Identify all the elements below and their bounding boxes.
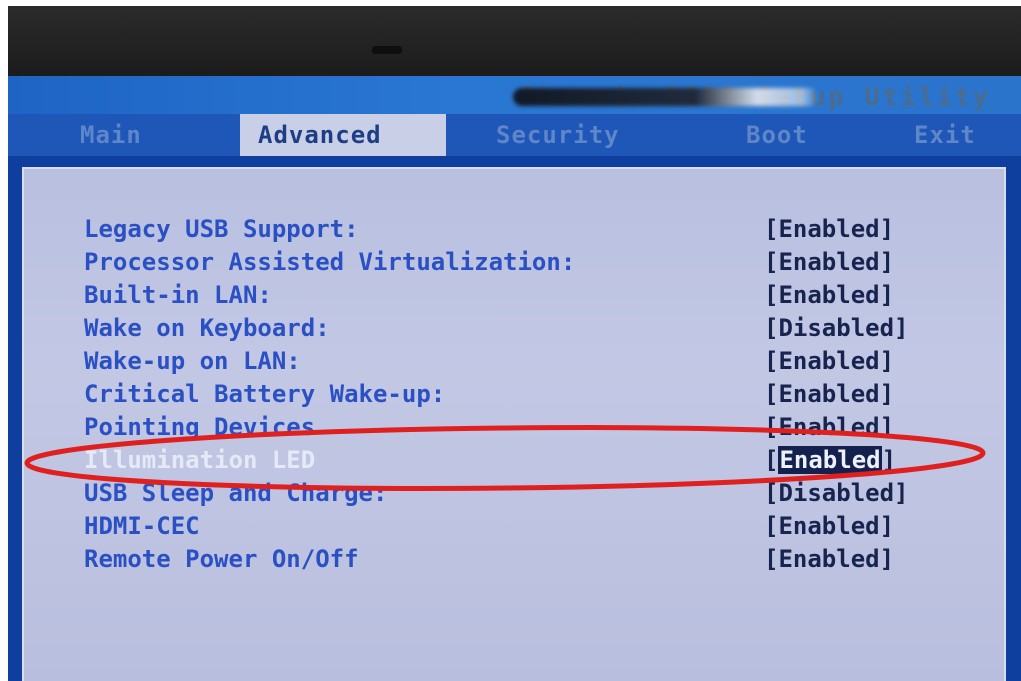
setting-label: Legacy USB Support: [84,215,359,243]
menu-bar: Main Advanced Security Boot Exit [8,114,1021,156]
setting-row-wake-up-on-lan[interactable]: Wake-up on LAN: [Enabled] [24,347,1004,380]
webcam-icon [372,46,402,54]
setting-row-legacy-usb[interactable]: Legacy USB Support: [Enabled] [24,215,1004,248]
setting-label: Processor Assisted Virtualization: [84,248,576,276]
setting-row-hdmi-cec[interactable]: HDMI-CEC [Enabled] [24,512,1004,545]
setting-label: Wake-up on LAN: [84,347,301,375]
setting-value[interactable]: [Enabled] [764,380,894,408]
setting-row-virtualization[interactable]: Processor Assisted Virtualization: [Enab… [24,248,1004,281]
setting-label: Built-in LAN: [84,281,272,309]
setting-value[interactable]: [Disabled] [764,479,909,507]
title-bar: Phoenix BIOS Setup Utility [8,76,1021,114]
setting-row-critical-battery[interactable]: Critical Battery Wake-up: [Enabled] [24,380,1004,413]
setting-value-selected[interactable]: [Enabled] [764,446,896,474]
tab-main[interactable]: Main [80,114,180,156]
setting-label: Pointing Devices [84,413,316,441]
setting-row-pointing-devices[interactable]: Pointing Devices [Enabled] [24,413,1004,446]
setting-value[interactable]: [Enabled] [764,248,894,276]
setting-row-illumination-led[interactable]: Illumination LED [Enabled] [24,446,1004,479]
setting-label: Remote Power On/Off [84,545,359,573]
tab-boot[interactable]: Boot [746,114,836,156]
setting-value[interactable]: [Disabled] [764,314,909,342]
setting-label: Critical Battery Wake-up: [84,380,446,408]
setting-row-remote-power[interactable]: Remote Power On/Off [Enabled] [24,545,1004,578]
setting-value[interactable]: [Enabled] [764,215,894,243]
setting-label: HDMI-CEC [84,512,200,540]
tab-advanced[interactable]: Advanced [240,114,446,156]
settings-panel: Legacy USB Support: [Enabled] Processor … [22,167,1006,681]
setting-value[interactable]: [Enabled] [764,545,894,573]
setting-value[interactable]: [Enabled] [764,512,894,540]
setting-label: Illumination LED [84,446,316,474]
setting-row-usb-sleep-charge[interactable]: USB Sleep and Charge: [Disabled] [24,479,1004,512]
setting-row-wake-on-keyboard[interactable]: Wake on Keyboard: [Disabled] [24,314,1004,347]
setting-value[interactable]: [Enabled] [764,413,894,441]
bios-screen: Phoenix BIOS Setup Utility Main Advanced… [8,76,1021,681]
screen-glare [513,88,818,106]
setting-row-built-in-lan[interactable]: Built-in LAN: [Enabled] [24,281,1004,314]
setting-value[interactable]: [Enabled] [764,281,894,309]
tab-exit[interactable]: Exit [914,114,994,156]
laptop-bezel: Phoenix BIOS Setup Utility Main Advanced… [8,6,1021,681]
tab-security[interactable]: Security [496,114,666,156]
setting-value[interactable]: [Enabled] [764,347,894,375]
setting-label: Wake on Keyboard: [84,314,330,342]
setting-label: USB Sleep and Charge: [84,479,388,507]
